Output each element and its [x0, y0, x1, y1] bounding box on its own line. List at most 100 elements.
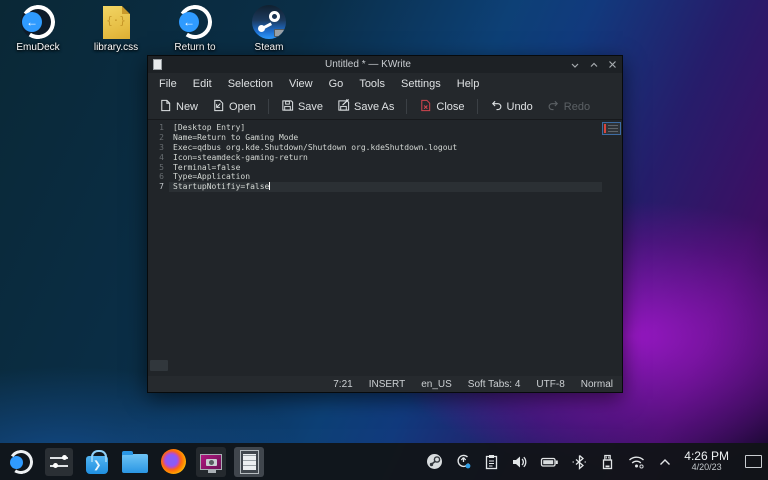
minimap-view-indicator[interactable] [602, 122, 621, 135]
steam-icon [252, 5, 286, 39]
new-button[interactable]: New [153, 96, 204, 118]
code-line: Name=Return to Gaming Mode [169, 133, 602, 143]
desktop-icon-library-css[interactable]: {·} library.css [84, 5, 148, 53]
code-line: [Desktop Entry] [169, 123, 602, 133]
close-label: Close [436, 101, 464, 113]
volume-tray-icon[interactable] [511, 454, 528, 470]
toolbar: New Open Save Save As Close [148, 94, 622, 120]
show-desktop-button[interactable] [745, 455, 762, 468]
statusbar: 7:21 INSERT en_US Soft Tabs: 4 UTF-8 Nor… [148, 376, 622, 392]
code-line-text: StartupNotifiy=false [173, 182, 269, 191]
desktop-icon-emudeck[interactable]: ← EmuDeck [6, 5, 70, 53]
horizontal-scrollbar-thumb[interactable] [150, 360, 168, 371]
menu-view[interactable]: View [281, 75, 321, 93]
undo-button[interactable]: Undo [484, 96, 539, 118]
desktop-icon-label: EmuDeck [16, 42, 59, 53]
save-as-label: Save As [354, 101, 394, 113]
open-label: Open [229, 101, 256, 113]
clipboard-tray-icon[interactable] [484, 454, 499, 470]
open-button[interactable]: Open [206, 96, 262, 118]
digital-clock[interactable]: 4:26 PM 4/20/23 [684, 450, 729, 472]
highlight-mode[interactable]: Normal [581, 379, 613, 390]
menubar: File Edit Selection View Go Tools Settin… [148, 73, 622, 94]
code-line: Exec=qdbus org.kde.Shutdown/Shutdown org… [169, 143, 602, 153]
screen-recorder-icon [200, 454, 222, 470]
clock-date: 4/20/23 [684, 463, 729, 472]
input-mode[interactable]: INSERT [369, 379, 406, 390]
line-number: 6 [148, 172, 169, 182]
code-line: Terminal=false [169, 163, 602, 173]
text-editor-area[interactable]: 1 2 3 4 5 6 7 [Desktop Entry] Name=Retur… [148, 120, 622, 376]
menu-edit[interactable]: Edit [185, 75, 220, 93]
save-button[interactable]: Save [275, 96, 329, 118]
bluetooth-tray-icon[interactable] [571, 454, 588, 470]
line-number: 5 [148, 163, 169, 173]
minimize-button[interactable] [570, 61, 580, 69]
menu-file[interactable]: File [151, 75, 185, 93]
menu-selection[interactable]: Selection [220, 75, 281, 93]
close-button[interactable] [608, 60, 617, 69]
open-document-icon [212, 99, 225, 115]
window-title: Untitled * — KWrite [166, 59, 570, 70]
dolphin-button[interactable] [120, 447, 150, 477]
battery-tray-icon[interactable] [540, 455, 559, 469]
line-number: 1 [148, 123, 169, 133]
titlebar[interactable]: Untitled * — KWrite [148, 56, 622, 73]
save-icon [281, 99, 294, 115]
line-number: 3 [148, 143, 169, 153]
emudeck-icon: ← [21, 5, 55, 39]
steam-tray-icon[interactable] [426, 453, 443, 470]
desktop-icon-steam[interactable]: Steam [237, 5, 301, 53]
close-document-button[interactable]: Close [413, 96, 470, 118]
folder-icon [122, 454, 148, 473]
expand-tray-chevron-icon[interactable] [658, 457, 672, 467]
desktop-icon-label: library.css [94, 42, 138, 53]
code-lines: [Desktop Entry] Name=Return to Gaming Mo… [169, 120, 602, 376]
desktop: ← EmuDeck {·} library.css ← Return to St… [0, 0, 768, 480]
save-as-button[interactable]: Save As [331, 96, 400, 118]
save-as-icon [337, 99, 350, 115]
desktop-icon-return-to-gaming[interactable]: ← Return to [163, 5, 227, 53]
scrollbar-minimap[interactable] [602, 120, 622, 376]
menu-tools[interactable]: Tools [351, 75, 393, 93]
line-number-gutter: 1 2 3 4 5 6 7 [148, 120, 169, 376]
dictionary[interactable]: en_US [421, 379, 452, 390]
kwrite-task-button[interactable] [234, 447, 264, 477]
save-label: Save [298, 101, 323, 113]
redo-icon [547, 99, 560, 115]
removable-device-tray-icon[interactable] [600, 454, 615, 470]
firefox-icon [161, 449, 186, 474]
line-number-current: 7 [148, 182, 169, 192]
document-icon [240, 450, 259, 474]
desktop-icon-label: Return to [174, 42, 215, 53]
sliders-icon [45, 448, 73, 476]
redo-button[interactable]: Redo [541, 96, 596, 118]
updates-tray-icon[interactable] [455, 453, 472, 470]
text-cursor [269, 182, 270, 190]
discover-button[interactable]: ❯ [82, 447, 112, 477]
menu-settings[interactable]: Settings [393, 75, 449, 93]
screen-recorder-task-button[interactable] [196, 447, 226, 477]
undo-label: Undo [507, 101, 533, 113]
steamdeck-settings-button[interactable] [44, 447, 74, 477]
code-line: Icon=steamdeck-gaming-return [169, 153, 602, 163]
application-launcher-button[interactable] [6, 447, 36, 477]
firefox-button[interactable] [158, 447, 188, 477]
kwrite-window: Untitled * — KWrite File Edit Selection … [147, 55, 623, 393]
kwrite-app-icon [153, 59, 162, 70]
close-document-icon [419, 99, 432, 115]
wifi-tray-icon[interactable] [627, 454, 646, 469]
minimap-text-preview [608, 125, 618, 132]
toolbar-separator [268, 99, 269, 114]
menu-go[interactable]: Go [321, 75, 352, 93]
tab-mode[interactable]: Soft Tabs: 4 [468, 379, 521, 390]
application-launcher-icon [9, 450, 33, 474]
encoding[interactable]: UTF-8 [536, 379, 564, 390]
line-number: 2 [148, 133, 169, 143]
desktop-icon-label: Steam [255, 42, 284, 53]
maximize-button[interactable] [589, 61, 599, 69]
code-line-current: StartupNotifiy=false [169, 182, 602, 192]
cursor-position[interactable]: 7:21 [333, 379, 352, 390]
menu-help[interactable]: Help [449, 75, 488, 93]
code-line: Type=Application [169, 172, 602, 182]
